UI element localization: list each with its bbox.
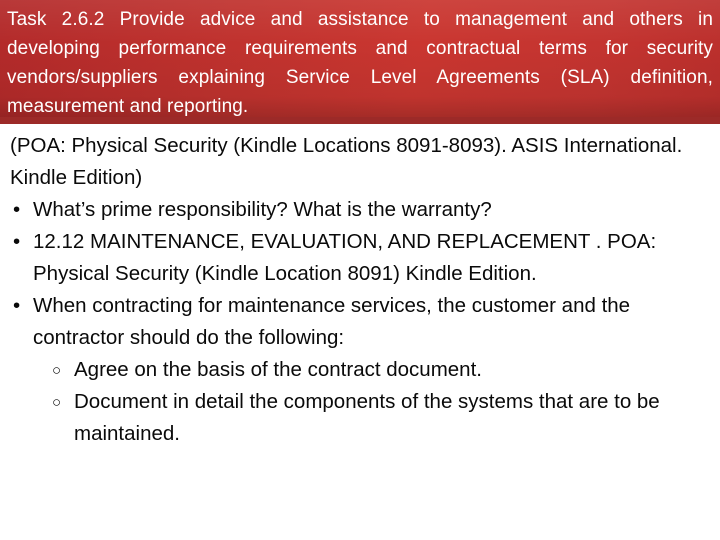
bullet-dot-icon: • [13, 230, 21, 253]
sub-list-item: ○ Document in detail the components of t… [0, 386, 720, 450]
sub-list-item: ○ Agree on the basis of the contract doc… [0, 354, 720, 386]
sub-list-item-label: Agree on the basis of the contract docum… [74, 358, 482, 381]
list-item: • 12.12 MAINTENANCE, EVALUATION, AND REP… [0, 226, 720, 290]
list-item: • When contracting for maintenance servi… [0, 290, 720, 354]
header-accent-strip [0, 117, 720, 124]
list-item: • What’s prime responsibility? What is t… [0, 194, 720, 226]
list-item-label: When contracting for maintenance service… [33, 294, 631, 349]
bullet-dot-icon: • [13, 294, 21, 317]
slide-header-banner: Task 2.6.2 Provide advice and assistance… [0, 0, 720, 124]
sub-bullet-list: ○ Agree on the basis of the contract doc… [0, 354, 720, 450]
slide-body: (POA: Physical Security (Kindle Location… [0, 124, 720, 540]
bullet-circle-icon: ○ [52, 394, 62, 411]
list-item-label: 12.12 MAINTENANCE, EVALUATION, AND REPLA… [33, 230, 657, 285]
slide-header-title: Task 2.6.2 Provide advice and assistance… [7, 9, 713, 117]
bullet-dot-icon: • [13, 198, 21, 221]
citation-paragraph: (POA: Physical Security (Kindle Location… [10, 134, 683, 189]
bullet-circle-icon: ○ [52, 362, 62, 379]
list-item-label: What’s prime responsibility? What is the… [33, 198, 492, 221]
sub-list-item-label: Document in detail the components of the… [74, 390, 660, 445]
bullet-list: • What’s prime responsibility? What is t… [0, 194, 720, 450]
slide: Task 2.6.2 Provide advice and assistance… [0, 0, 720, 540]
